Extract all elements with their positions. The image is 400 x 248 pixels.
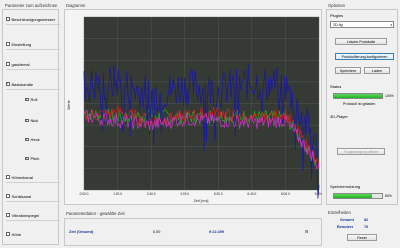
load-button[interactable]: Laden [364, 67, 390, 74]
param-item-1[interactable]: Einstellung [6, 39, 60, 50]
memory-progress-fill [334, 194, 373, 198]
plugin-select-value: 2D-fig [333, 22, 343, 27]
param-item-7[interactable]: Höhe [6, 229, 60, 239]
checkbox[interactable]: ✓ [25, 138, 29, 142]
param-label: Basiskanäle [11, 81, 34, 87]
param-label: Sonikkanal [11, 193, 32, 199]
checkbox[interactable] [6, 213, 10, 217]
player-label: 3D-Player [330, 114, 348, 119]
expand-icon[interactable]: ⊟ [305, 229, 308, 234]
status-progress-fill [334, 94, 382, 98]
param-data-panel: Zeit (Gesamt) 0.00 9:22.399 ⊟ [64, 218, 322, 246]
line-chart: Werte Zeit [m:s] 0:00.0 1:20.0 2:40.0 4:00.… [67, 16, 322, 203]
gesamt-value: 82 [364, 218, 369, 222]
subitem-pitch[interactable]: ✓ Pitch [25, 154, 59, 163]
zeit-value-1: 0.00 [153, 230, 161, 234]
memory-label: Speichernutzung [330, 184, 361, 189]
save-button[interactable]: Speichern [335, 67, 361, 74]
x-tick-label: 6:40.0 [247, 192, 256, 196]
configure-logging-button[interactable]: Protokollierung konfigurieren [335, 53, 394, 60]
zeit-value-2: 9:22.399 [209, 230, 224, 234]
x-tick-label: 8:00.0 [281, 192, 290, 196]
options-panel: Plugins 2D-fig ▾ Lösche Protokolle Proto… [326, 9, 398, 205]
plugin-select[interactable]: 2D-fig ▾ [330, 21, 394, 28]
param-item-6[interactable]: Vibrationspegel [6, 210, 60, 221]
param-item-3[interactable]: ✓ Basiskanäle [6, 79, 60, 90]
diagram-title: Diagramm [66, 3, 86, 8]
checkbox[interactable] [6, 232, 10, 236]
param-panel-title: Parameter zum aufzeichnen [5, 3, 58, 8]
checkbox[interactable] [6, 17, 10, 21]
x-tick-label: 9:20.0 [315, 192, 322, 196]
param-item-2[interactable]: gasklemal [6, 59, 60, 70]
checkbox[interactable] [6, 62, 10, 66]
subitem-heck[interactable]: ✓ Heck [25, 135, 59, 144]
x-tick-label: 2:40.0 [147, 192, 156, 196]
checkbox[interactable]: ✓ [25, 157, 29, 161]
checkbox[interactable] [6, 175, 10, 179]
subitem-label: Roll [30, 97, 38, 102]
status-percent: 100% [385, 94, 394, 98]
param-item-5[interactable]: Sonikkanal [6, 191, 60, 202]
param-label: Beschleunigungsmesser [11, 16, 56, 22]
reset-button[interactable]: Reset [347, 234, 377, 241]
x-axis-label: Zeit [m:s] [194, 199, 209, 203]
subitem-label: Nick [30, 118, 39, 123]
gesamt-label: Gesamt [340, 218, 354, 222]
chevron-down-icon: ▾ [390, 22, 392, 27]
subitem-label: Pitch [30, 156, 40, 161]
zeit-text: Zeit (Gesamt) [69, 230, 94, 234]
checkbox[interactable]: ✓ [6, 82, 10, 86]
benutzer-label: Benutzer [337, 225, 354, 229]
options-title: Optionen [328, 3, 345, 8]
x-ticks: 0:00.0 1:20.0 2:40.0 4:00.0 5:20.0 6:40.0 8:00… [80, 192, 322, 196]
open-flight-button[interactable]: Flugbewegung öffnen [337, 148, 385, 155]
status-text: Protokoll ist geladen [343, 102, 376, 106]
plugins-label: Plugins [330, 13, 344, 18]
param-item-4[interactable]: Höhenkanal [6, 172, 60, 183]
param-panel: Beschleunigungsmesser Einstellung gaskle… [2, 9, 60, 245]
subitem-roll[interactable]: ✓ Roll [25, 95, 59, 104]
checkbox[interactable] [6, 42, 10, 46]
y-axis-label: Werte [67, 100, 71, 110]
counts-title: Einzelheiten [328, 210, 351, 215]
param-label: Vibrationspegel [11, 212, 40, 218]
benutzer-value: 76 [364, 225, 369, 229]
param-label: Höhenkanal [11, 174, 33, 180]
param-label: Einstellung [11, 41, 32, 47]
x-tick-label: 0:00.0 [80, 192, 89, 196]
subitem-nick[interactable]: ✓ Nick [25, 116, 59, 125]
memory-progress [333, 193, 383, 199]
param-item-0[interactable]: Beschleunigungsmesser [6, 14, 60, 25]
x-tick-label: 5:20.0 [214, 192, 223, 196]
checkbox[interactable]: ✓ [25, 98, 29, 102]
x-tick-label: 1:20.0 [113, 192, 122, 196]
param-label: gasklemal [11, 61, 30, 67]
zeit-label: Zeit (Gesamt) [69, 230, 93, 234]
checkbox[interactable]: ✓ [25, 119, 29, 123]
checkbox[interactable] [6, 194, 10, 198]
param-label: Höhe [11, 231, 22, 237]
subitem-label: Heck [30, 137, 40, 142]
memory-percent: 80% [385, 194, 392, 198]
status-label: Status [330, 84, 342, 89]
delete-protocols-button[interactable]: Lösche Protokolle [335, 38, 387, 45]
status-progress [333, 93, 383, 99]
x-tick-label: 4:00.0 [180, 192, 189, 196]
param-data-title: Parameterdaten - gewählte Zeit [66, 211, 125, 216]
